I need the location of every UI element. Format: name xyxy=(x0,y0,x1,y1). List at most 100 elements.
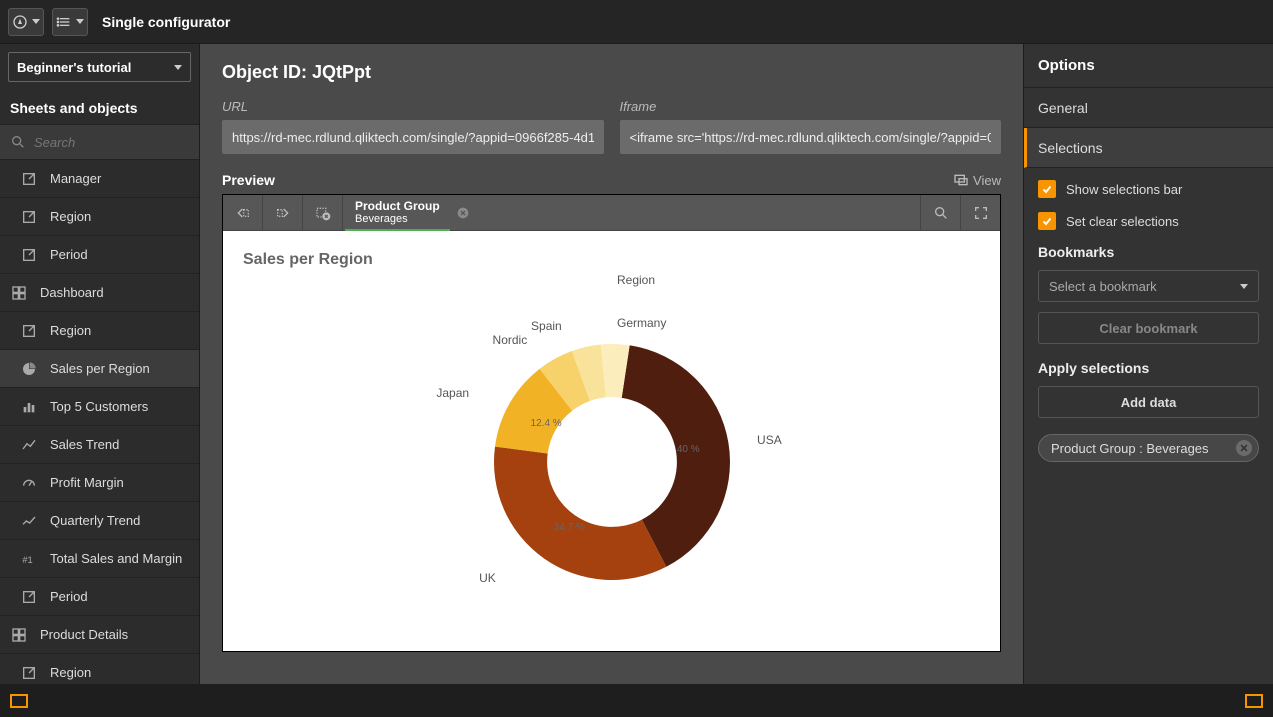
donut-slice[interactable] xyxy=(494,447,666,580)
step-back-icon xyxy=(235,205,251,221)
sheet-icon xyxy=(20,322,38,340)
sidebar-item-label: Period xyxy=(50,247,88,262)
sidebar-item[interactable]: Top 5 Customers xyxy=(0,388,199,426)
app-selector-dropdown[interactable]: Beginner's tutorial xyxy=(8,52,191,82)
chevron-down-icon xyxy=(174,65,182,70)
sidebar-item[interactable]: Profit Margin xyxy=(0,464,199,502)
set-clear-selections-label: Set clear selections xyxy=(1066,214,1179,229)
tab-general[interactable]: General xyxy=(1024,88,1273,128)
url-input[interactable] xyxy=(222,120,604,154)
app-selector-label: Beginner's tutorial xyxy=(17,60,131,75)
preview-fullscreen-button[interactable] xyxy=(960,195,1000,231)
tab-selections[interactable]: Selections xyxy=(1024,128,1273,168)
trend-icon xyxy=(20,436,38,454)
selection-field: Product Group xyxy=(355,199,440,213)
search-icon xyxy=(10,134,26,150)
slice-label: USA xyxy=(757,433,782,447)
show-selections-bar-label: Show selections bar xyxy=(1066,182,1182,197)
sidebar-item-label: Dashboard xyxy=(40,285,104,300)
show-selections-bar-checkbox[interactable]: Show selections bar xyxy=(1038,180,1259,198)
sidebar-item-label: Sales Trend xyxy=(50,437,119,452)
sidebar-item-label: Profit Margin xyxy=(50,475,124,490)
add-data-button[interactable]: Add data xyxy=(1038,386,1259,418)
selection-remove-button[interactable] xyxy=(450,205,476,221)
preview-search-button[interactable] xyxy=(920,195,960,231)
sidebar-item[interactable]: Region xyxy=(0,654,199,684)
sidebar-item-label: Total Sales and Margin xyxy=(50,551,182,566)
sidebar-item-label: Region xyxy=(50,209,91,224)
iframe-label: Iframe xyxy=(620,99,1002,114)
search-icon xyxy=(933,205,949,221)
search-input[interactable] xyxy=(34,135,212,150)
selection-forward-button[interactable] xyxy=(263,195,303,231)
external-view-icon xyxy=(953,172,969,188)
sheet-icon xyxy=(20,664,38,682)
slice-label: Germany xyxy=(617,316,666,330)
sidebar-item[interactable]: Product Details xyxy=(0,616,199,654)
sidebar-item[interactable]: Dashboard xyxy=(0,274,199,312)
close-icon xyxy=(1239,443,1249,453)
options-title: Options xyxy=(1024,44,1273,88)
slice-pct-label: 12.4 % xyxy=(531,418,562,429)
sidebar-item-label: Quarterly Trend xyxy=(50,513,140,528)
svg-text:#1: #1 xyxy=(22,555,32,565)
clear-selections-button[interactable] xyxy=(303,195,343,231)
set-clear-selections-checkbox[interactable]: Set clear selections xyxy=(1038,212,1259,230)
slice-label: Japan xyxy=(436,386,469,400)
preview-label: Preview xyxy=(222,172,275,188)
slice-pct-label: 40 % xyxy=(677,444,700,455)
apply-selections-heading: Apply selections xyxy=(1038,360,1259,376)
right-layout-toggle[interactable] xyxy=(1245,694,1263,708)
applied-selection-pill[interactable]: Product Group : Beverages xyxy=(1038,434,1259,462)
chart-legend-title: Region xyxy=(617,273,655,287)
explore-button[interactable] xyxy=(8,8,44,36)
slice-label: Nordic xyxy=(493,333,528,347)
left-layout-toggle[interactable] xyxy=(10,694,28,708)
sidebar-item[interactable]: Sales per Region xyxy=(0,350,199,388)
main-area: Beginner's tutorial Sheets and objects M… xyxy=(0,44,1273,684)
sidebar-item[interactable]: Sales Trend xyxy=(0,426,199,464)
remove-selection-button[interactable] xyxy=(1236,440,1252,456)
checkbox-checked-icon xyxy=(1038,212,1056,230)
sheet-icon xyxy=(20,246,38,264)
sidebar-item-label: Sales per Region xyxy=(50,361,150,376)
app-title: Single configurator xyxy=(102,14,230,30)
chart-title: Sales per Region xyxy=(243,251,980,269)
sidebar-heading: Sheets and objects xyxy=(0,90,199,124)
compass-icon xyxy=(12,14,28,30)
list-button[interactable] xyxy=(52,8,88,36)
dashboard-icon xyxy=(10,284,28,302)
sidebar-item[interactable]: Manager xyxy=(0,160,199,198)
chart-area[interactable]: Sales per Region RegionUSA40 %UK34.7 %Ja… xyxy=(223,231,1000,651)
bookmark-placeholder: Select a bookmark xyxy=(1049,279,1157,294)
iframe-input[interactable] xyxy=(620,120,1002,154)
hash-icon: #1 xyxy=(20,550,38,568)
clear-bookmark-button[interactable]: Clear bookmark xyxy=(1038,312,1259,344)
sidebar-item[interactable]: #1 Total Sales and Margin xyxy=(0,540,199,578)
bookmark-select[interactable]: Select a bookmark xyxy=(1038,270,1259,302)
sidebar-item[interactable]: Quarterly Trend xyxy=(0,502,199,540)
sidebar-item-label: Period xyxy=(50,589,88,604)
view-label: View xyxy=(973,173,1001,188)
line-icon xyxy=(20,512,38,530)
donut-chart xyxy=(482,332,742,592)
sidebar-item[interactable]: Period xyxy=(0,578,199,616)
slice-pct-label: 34.7 % xyxy=(554,522,585,533)
selection-tag[interactable]: Product Group Beverages xyxy=(345,195,450,231)
chevron-down-icon xyxy=(76,19,84,24)
view-button[interactable]: View xyxy=(953,172,1001,188)
sidebar-item[interactable]: Region xyxy=(0,198,199,236)
sidebar-item-label: Top 5 Customers xyxy=(50,399,148,414)
sheet-icon xyxy=(20,208,38,226)
sheet-icon xyxy=(20,170,38,188)
check-icon xyxy=(1041,183,1053,195)
sidebar-item[interactable]: Region xyxy=(0,312,199,350)
selection-back-button[interactable] xyxy=(223,195,263,231)
sidebar-search[interactable] xyxy=(0,124,199,160)
url-label: URL xyxy=(222,99,604,114)
sidebar-item[interactable]: Period xyxy=(0,236,199,274)
center-panel: Object ID: JQtPpt URL Iframe Preview Vie… xyxy=(200,44,1023,684)
chevron-down-icon xyxy=(1240,284,1248,289)
top-toolbar: Single configurator xyxy=(0,0,1273,44)
slice-label: Spain xyxy=(531,319,562,333)
